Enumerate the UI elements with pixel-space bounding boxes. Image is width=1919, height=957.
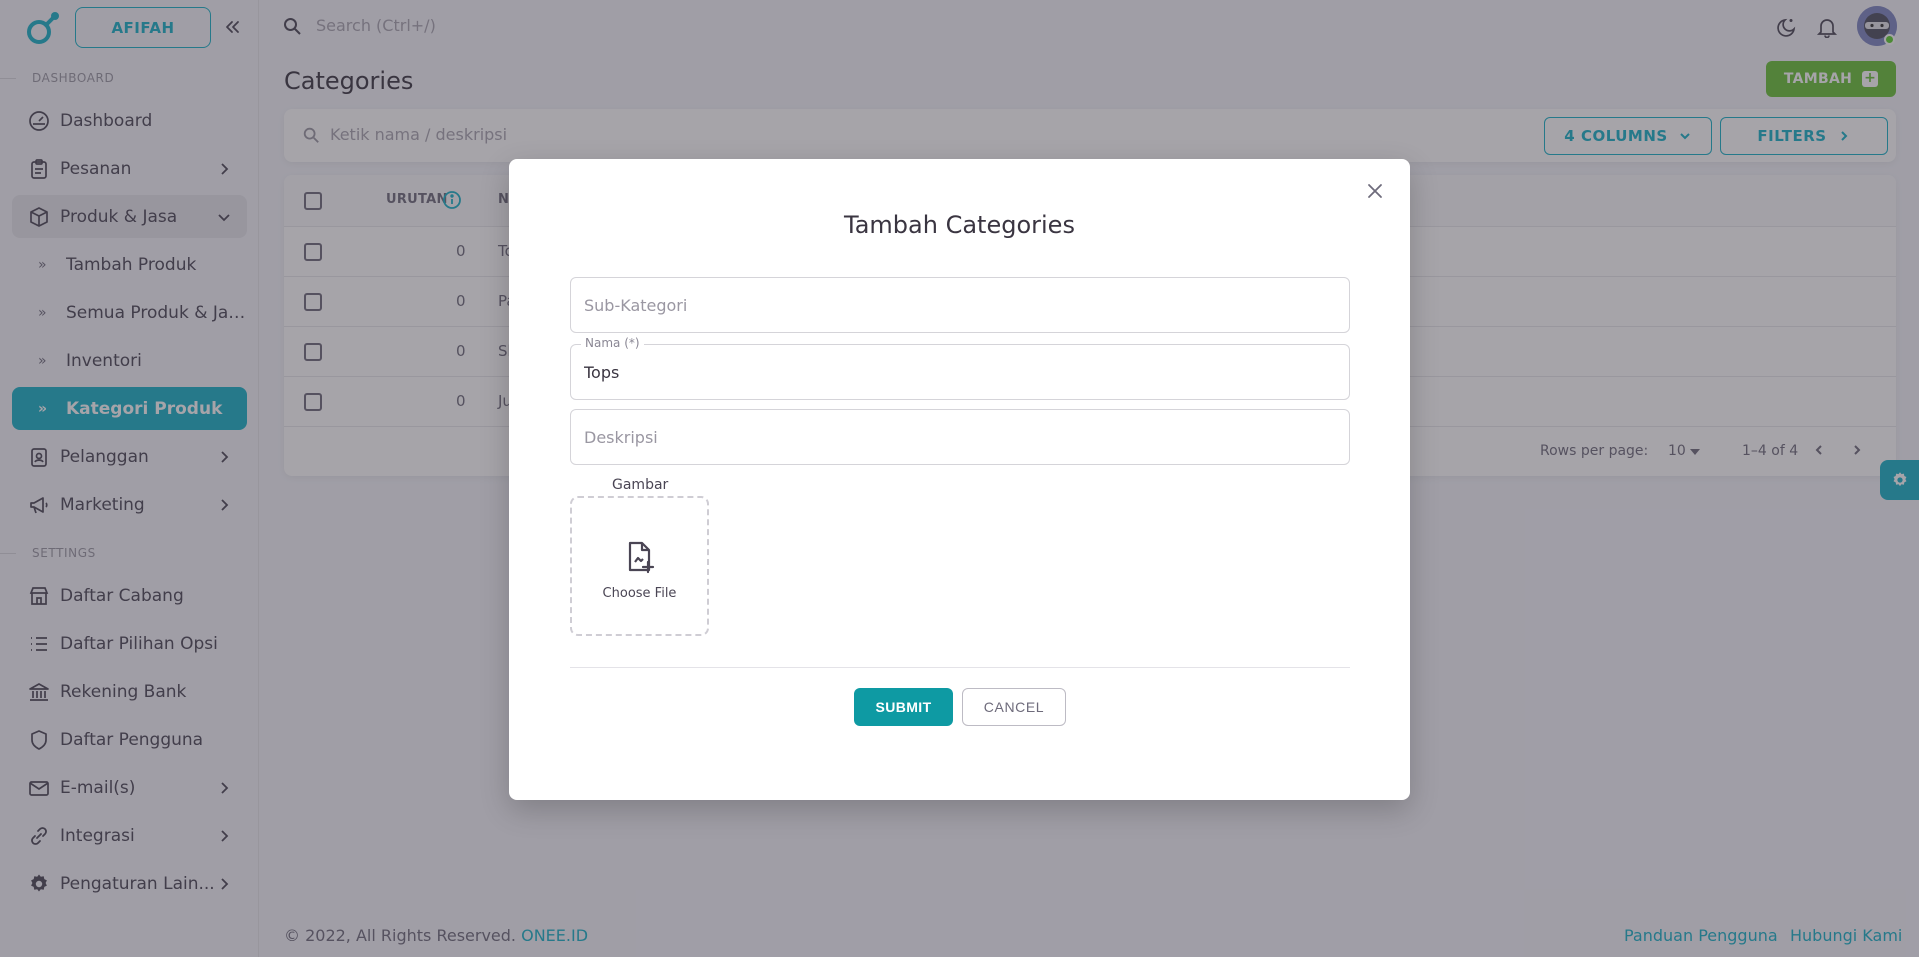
cancel-button[interactable]: CANCEL (962, 688, 1066, 726)
subcategory-input[interactable] (571, 278, 1349, 332)
name-field: Nama (*) (570, 336, 1350, 400)
name-field-label: Nama (*) (581, 336, 644, 350)
description-input[interactable] (571, 410, 1349, 464)
description-field (570, 409, 1350, 465)
submit-button[interactable]: SUBMIT (854, 688, 953, 726)
file-plus-icon (624, 540, 656, 574)
close-icon[interactable] (1365, 181, 1385, 201)
dialog-divider (570, 667, 1350, 668)
subcategory-field (570, 277, 1350, 333)
image-dropzone[interactable]: Choose File (570, 496, 709, 636)
add-category-dialog: Tambah Categories Nama (*) Gambar Choose… (509, 159, 1410, 800)
name-input[interactable] (571, 345, 1349, 399)
dialog-title: Tambah Categories (844, 211, 1075, 239)
choose-file-label: Choose File (602, 585, 677, 601)
image-label: Gambar (612, 477, 669, 493)
